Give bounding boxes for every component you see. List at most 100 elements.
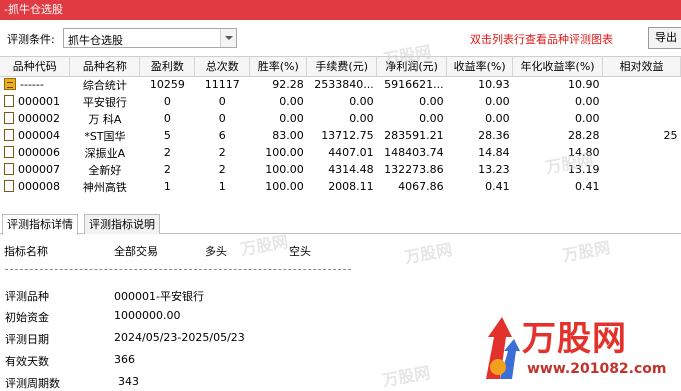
summary-icon bbox=[4, 78, 16, 91]
column-header[interactable]: 年化收益率(%) bbox=[512, 57, 604, 77]
column-header[interactable]: 品种名称 bbox=[69, 57, 141, 77]
cell-name: 全新好 bbox=[88, 163, 122, 177]
detail-tabs: 评测指标详情 评测指标说明 bbox=[0, 212, 681, 235]
logo: 万股网 bbox=[522, 319, 627, 359]
cell-winrate: 83.00 bbox=[272, 129, 304, 142]
cell-total: 0 bbox=[218, 95, 226, 108]
tab-indicator-detail[interactable]: 评测指标详情 bbox=[2, 214, 78, 235]
document-icon bbox=[4, 146, 14, 158]
cell-annual: 10.90 bbox=[568, 78, 600, 92]
cell-ret: 14.84 bbox=[478, 146, 510, 159]
cell-profit: 4067.86 bbox=[398, 180, 444, 193]
cell-fee: 0.00 bbox=[349, 95, 374, 108]
cell-annual: 28.28 bbox=[568, 129, 600, 142]
cell-total: 0 bbox=[218, 112, 226, 125]
detail-header-all: 全部交易 bbox=[114, 245, 158, 258]
cell-text: 000002 bbox=[18, 112, 60, 125]
cell-ret: 0.00 bbox=[485, 95, 510, 108]
cell-win: 1 bbox=[163, 180, 171, 193]
cell-win: 5 bbox=[163, 129, 171, 142]
condition-select[interactable]: 抓牛仓选股 bbox=[63, 28, 237, 48]
column-header[interactable]: 胜率(%) bbox=[249, 57, 308, 77]
cell-profit: 148403.74 bbox=[384, 146, 444, 159]
cell-fee: 4407.01 bbox=[328, 146, 374, 159]
column-header[interactable]: 相对效益 bbox=[602, 57, 681, 77]
cell-annual: 0.00 bbox=[575, 112, 600, 125]
chevron-down-icon[interactable] bbox=[220, 29, 236, 47]
cell-code: 000006 bbox=[0, 144, 70, 161]
cell-ret: 10.93 bbox=[478, 78, 510, 92]
cell-win: 10259 bbox=[149, 78, 185, 92]
table-row[interactable]: 000004 *ST国华 5 6 83.00 13712.75 283591.21 28.36… bbox=[0, 127, 681, 144]
column-header[interactable]: 品种代码 bbox=[0, 57, 71, 77]
table-header-row: 品种代码 品种名称 盈利数 总次数 胜率(%) 手续费(元) 净利润(元) 收益… bbox=[0, 57, 681, 77]
cell-name: *ST国华 bbox=[84, 129, 126, 143]
column-header[interactable]: 总次数 bbox=[194, 57, 251, 77]
cell-total: 11117 bbox=[204, 78, 240, 92]
watermark: 万股网 bbox=[402, 239, 454, 268]
export-button[interactable]: 导出 bbox=[648, 27, 681, 49]
detail-value: 000001-平安银行 bbox=[114, 290, 204, 303]
cell-profit: 132273.86 bbox=[384, 163, 444, 176]
detail-value: 343 bbox=[118, 375, 139, 388]
detail-label: 评测品种 bbox=[5, 290, 49, 303]
window-title: -抓牛仓选股 bbox=[0, 0, 681, 20]
cell-winrate: 0.00 bbox=[279, 112, 304, 125]
watermark: 万股网 bbox=[560, 237, 612, 266]
table-row[interactable]: 000001 平安银行 0 0 0.00 0.00 0.00 0.00 0.00 bbox=[0, 93, 681, 110]
cell-ret: 28.36 bbox=[478, 129, 510, 142]
table-row[interactable]: 000008 神州高铁 1 1 100.00 2008.11 4067.86 0.41 0.41 bbox=[0, 178, 681, 195]
column-header[interactable]: 收益率(%) bbox=[446, 57, 514, 77]
cell-name: 深振业A bbox=[84, 146, 126, 160]
detail-label: 有效天数 bbox=[5, 355, 49, 368]
cell-profit: 283591.21 bbox=[384, 129, 444, 142]
watermark: 万股网 bbox=[380, 362, 432, 391]
column-header[interactable]: 手续费(元) bbox=[306, 57, 378, 77]
detail-header-long: 多头 bbox=[205, 245, 227, 258]
cell-ret: 0.41 bbox=[485, 180, 510, 193]
document-icon bbox=[4, 112, 14, 124]
cell-win: 2 bbox=[163, 146, 171, 159]
cell-text: 000004 bbox=[18, 129, 60, 142]
detail-label: 初始资金 bbox=[5, 311, 49, 324]
cell-rel bbox=[603, 161, 681, 178]
cell-name: 神州高铁 bbox=[82, 180, 127, 194]
cell-total: 2 bbox=[218, 146, 226, 159]
cell-code: 000002 bbox=[0, 110, 70, 127]
condition-label: 评测条件: bbox=[7, 33, 55, 46]
cell-rel bbox=[603, 178, 681, 195]
cell-total: 6 bbox=[218, 129, 226, 142]
cell-text: 000006 bbox=[18, 146, 60, 159]
cell-profit: 0.00 bbox=[419, 95, 444, 108]
toolbar: 评测条件: 抓牛仓选股 双击列表行查看品种评测图表 导出 bbox=[0, 22, 681, 54]
cell-fee: 4314.48 bbox=[328, 163, 374, 176]
cell-name: 综合统计 bbox=[82, 78, 127, 92]
cell-name: 平安银行 bbox=[82, 95, 127, 109]
cell-total: 2 bbox=[218, 163, 226, 176]
detail-value: 2024/05/23-2025/05/23 bbox=[114, 331, 245, 344]
column-header[interactable]: 盈利数 bbox=[139, 57, 196, 77]
cell-winrate: 0.00 bbox=[279, 95, 304, 108]
cell-rel bbox=[603, 76, 681, 93]
table-row[interactable]: 000002 万 科A 0 0 0.00 0.00 0.00 0.00 0.00 bbox=[0, 110, 681, 127]
cell-win: 0 bbox=[163, 112, 171, 125]
table-row[interactable]: ------ 综合统计 10259 11117 92.28 2533840... 59166… bbox=[0, 76, 681, 93]
detail-label: 评测日期 bbox=[5, 333, 49, 346]
cell-code: 000007 bbox=[0, 161, 70, 178]
cell-text: 000001 bbox=[18, 95, 60, 108]
document-icon bbox=[4, 95, 14, 107]
cell-annual: 0.41 bbox=[575, 180, 600, 193]
cell-rel bbox=[603, 144, 681, 161]
detail-header-name: 指标名称 bbox=[4, 245, 48, 258]
cell-fee: 2008.11 bbox=[328, 180, 374, 193]
detail-value: 366 bbox=[114, 353, 135, 366]
cell-winrate: 100.00 bbox=[265, 163, 304, 176]
detail-header-short: 空头 bbox=[289, 245, 311, 258]
tab-indicator-description[interactable]: 评测指标说明 bbox=[84, 214, 160, 234]
cell-profit: 0.00 bbox=[419, 112, 444, 125]
detail-value: 1000000.00 bbox=[114, 309, 181, 322]
cell-profit: 5916621... bbox=[384, 78, 444, 92]
condition-select-value: 抓牛仓选股 bbox=[68, 34, 123, 47]
cell-code: 000004 bbox=[0, 127, 70, 144]
logo-url: www.201082.com bbox=[527, 361, 667, 377]
